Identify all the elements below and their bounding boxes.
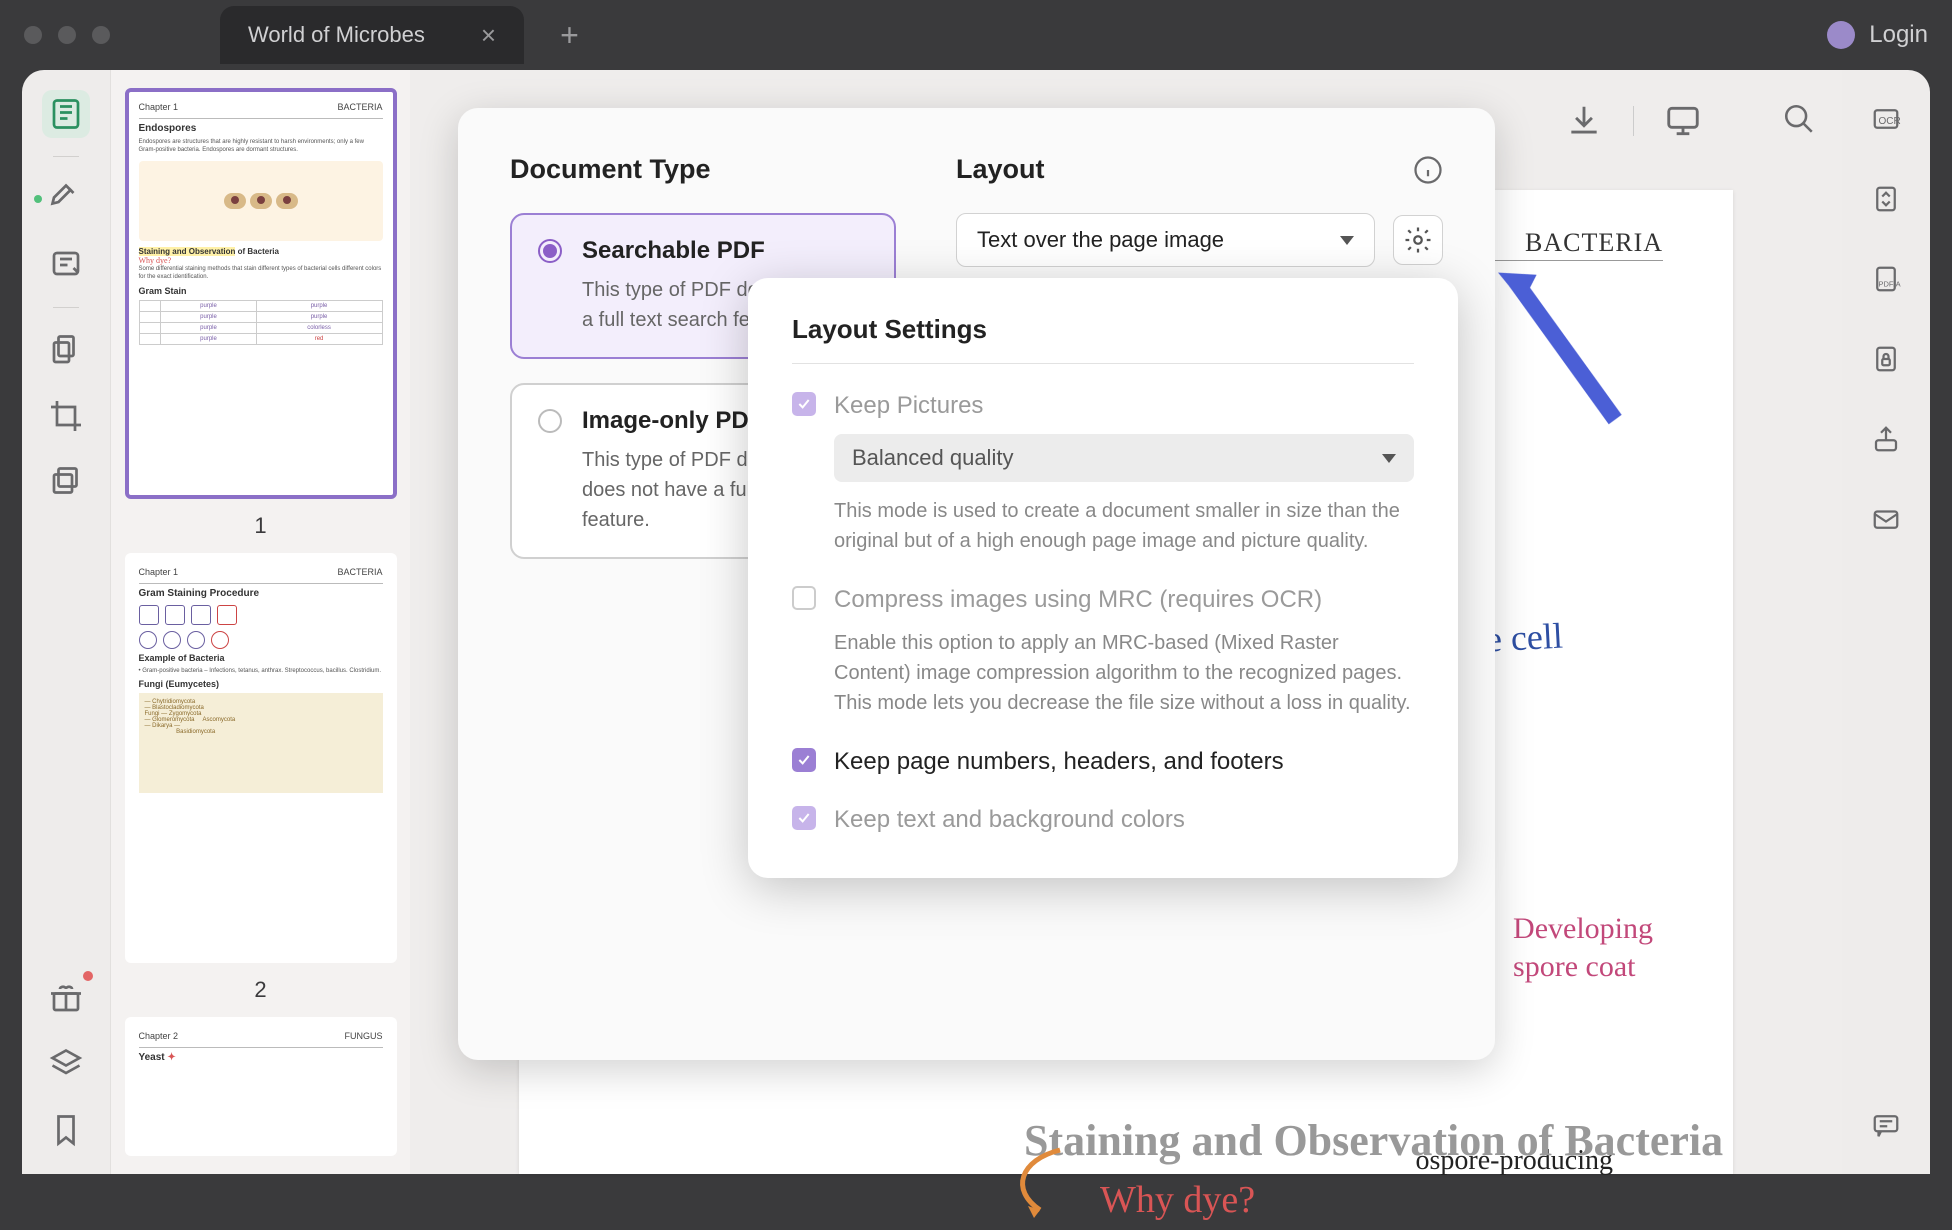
chevron-down-icon — [1382, 454, 1396, 463]
bookmark-icon — [48, 1112, 84, 1148]
mail-button[interactable] — [1865, 498, 1907, 540]
copy-icon — [48, 332, 84, 368]
login-label: Login — [1869, 21, 1928, 49]
check-icon — [796, 752, 812, 768]
keep-colors-checkbox[interactable] — [792, 806, 816, 830]
right-toolbar: OCR PDF/A — [1842, 70, 1930, 1174]
radio-searchable[interactable] — [538, 239, 562, 263]
handwritten-why-dye: Why dye? — [1100, 1178, 1255, 1222]
layout-heading: Layout — [956, 154, 1045, 185]
activity-indicator — [34, 195, 42, 203]
convert-button[interactable] — [1865, 178, 1907, 220]
info-icon[interactable] — [1413, 155, 1443, 185]
document-tab[interactable]: World of Microbes × — [220, 6, 524, 64]
notification-dot-icon — [83, 971, 93, 981]
titlebar: World of Microbes × + Login — [0, 0, 1952, 70]
download-icon[interactable] — [1565, 102, 1603, 140]
search-icon[interactable] — [1782, 102, 1816, 136]
lock-document-icon — [1871, 344, 1901, 374]
tab-title: World of Microbes — [248, 22, 425, 48]
protect-button[interactable] — [1865, 338, 1907, 380]
reader-mode-button[interactable] — [42, 90, 90, 138]
quality-select[interactable]: Balanced quality — [834, 434, 1414, 482]
close-tab-icon[interactable]: × — [481, 20, 496, 51]
mail-icon — [1871, 504, 1901, 534]
quality-help-text: This mode is used to create a document s… — [834, 496, 1414, 556]
traffic-lights — [24, 26, 110, 44]
layout-settings-popover: Layout Settings Keep Pictures Balanced q… — [748, 278, 1458, 878]
keep-headers-label: Keep page numbers, headers, and footers — [834, 748, 1284, 776]
layers-square-button[interactable] — [42, 458, 90, 506]
convert-icon — [1871, 184, 1901, 214]
stack-square-icon — [48, 464, 84, 500]
crop-button[interactable] — [42, 392, 90, 440]
close-window-button[interactable] — [24, 26, 42, 44]
comment-icon — [1871, 1110, 1901, 1140]
left-toolbar — [22, 70, 110, 1174]
compress-mrc-checkbox[interactable] — [792, 586, 816, 610]
quality-select-value: Balanced quality — [852, 445, 1013, 471]
new-tab-button[interactable]: + — [560, 17, 579, 54]
pdfa-button[interactable]: PDF/A — [1865, 258, 1907, 300]
gear-icon — [1403, 225, 1433, 255]
settings-title: Layout Settings — [792, 314, 1414, 345]
bookmark-button[interactable] — [42, 1106, 90, 1154]
divider — [53, 156, 79, 157]
maximize-window-button[interactable] — [92, 26, 110, 44]
copy-pages-button[interactable] — [42, 326, 90, 374]
check-icon — [796, 396, 812, 412]
compress-mrc-label: Compress images using MRC (requires OCR) — [834, 586, 1322, 614]
ocr-icon: OCR — [1871, 104, 1901, 134]
thumbnail-page-2[interactable]: Chapter 1BACTERIA Gram Staining Procedur… — [125, 553, 397, 964]
ocr-button[interactable]: OCR — [1865, 98, 1907, 140]
svg-text:PDF/A: PDF/A — [1879, 280, 1901, 289]
compress-help-text: Enable this option to apply an MRC-based… — [834, 628, 1414, 718]
layers-icon — [48, 1046, 84, 1082]
keep-headers-checkbox[interactable] — [792, 748, 816, 772]
annotation-button[interactable] — [42, 241, 90, 289]
handwritten-label-developing: Developing spore coat — [1513, 910, 1653, 985]
gift-icon — [48, 980, 84, 1016]
section-heading: Staining and Observation of Bacteria — [1024, 1115, 1723, 1166]
book-icon — [48, 96, 84, 132]
gift-button[interactable] — [42, 974, 90, 1022]
minimize-window-button[interactable] — [58, 26, 76, 44]
chevron-down-icon — [1340, 236, 1354, 245]
thumbnail-page-1[interactable]: Chapter 1BACTERIA Endospores Endospores … — [125, 88, 397, 499]
comment-button[interactable] — [1865, 1104, 1907, 1146]
layout-select[interactable]: Text over the page image — [956, 213, 1375, 267]
keep-pictures-checkbox[interactable] — [792, 392, 816, 416]
login-button[interactable]: Login — [1827, 21, 1928, 49]
divider — [53, 307, 79, 308]
thumbnail-label-2: 2 — [254, 977, 266, 1003]
keep-colors-label: Keep text and background colors — [834, 806, 1185, 834]
thumbnail-panel: Chapter 1BACTERIA Endospores Endospores … — [110, 70, 410, 1174]
layout-settings-button[interactable] — [1393, 215, 1443, 265]
annotation-icon — [48, 247, 84, 283]
highlighter-button[interactable] — [42, 175, 90, 223]
check-icon — [796, 810, 812, 826]
thumbnail-label-1: 1 — [254, 513, 266, 539]
svg-text:OCR: OCR — [1879, 116, 1901, 127]
keep-pictures-label: Keep Pictures — [834, 392, 983, 420]
thumbnail-page-3[interactable]: Chapter 2FUNGUS Yeast ✦ — [125, 1017, 397, 1156]
layout-select-value: Text over the page image — [977, 227, 1224, 253]
curved-arrow-icon — [990, 1140, 1090, 1230]
crop-icon — [48, 398, 84, 434]
share-icon — [1871, 424, 1901, 454]
pdfa-icon: PDF/A — [1871, 264, 1901, 294]
highlighter-icon — [48, 181, 84, 217]
share-button[interactable] — [1865, 418, 1907, 460]
presentation-icon[interactable] — [1664, 102, 1702, 140]
doc-type-heading: Document Type — [510, 154, 896, 185]
searchable-title: Searchable PDF — [582, 237, 868, 265]
radio-image-only[interactable] — [538, 409, 562, 433]
layers-button[interactable] — [42, 1040, 90, 1088]
avatar-icon — [1827, 21, 1855, 49]
